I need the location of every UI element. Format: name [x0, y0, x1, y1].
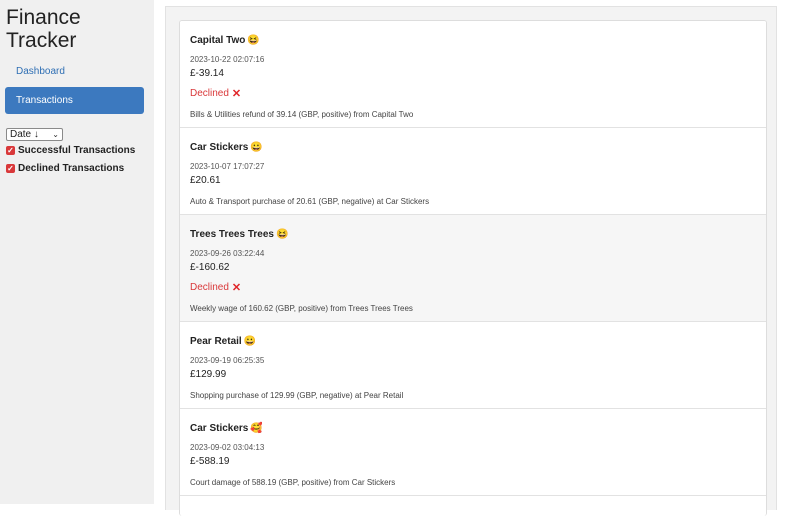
transaction-card-partial[interactable] [180, 496, 766, 516]
sort-select[interactable]: Date ↓ ⌄ [6, 128, 63, 141]
sidebar: Finance Tracker Dashboard Transactions D… [0, 0, 154, 504]
transaction-name: Car Stickers 🥰 [190, 423, 263, 434]
cross-icon: ✕ [231, 282, 242, 294]
transaction-datetime: 2023-09-19 06:25:35 [190, 356, 265, 365]
transaction-card[interactable]: Pear Retail 😀 2023-09-19 06:25:35 £129.99… [180, 322, 766, 409]
transaction-description: Shopping purchase of 129.99 (GBP, negati… [190, 391, 404, 400]
transaction-description: Court damage of 588.19 (GBP, positive) f… [190, 478, 396, 487]
declined-status: Declined ✕ [190, 87, 241, 100]
transaction-amount: £-160.62 [190, 262, 230, 273]
nav-dashboard-link[interactable]: Dashboard [5, 60, 144, 84]
transaction-name: Trees Trees Trees 😆 [190, 229, 288, 240]
merchant-name: Capital Two [190, 35, 246, 46]
transaction-description: Auto & Transport purchase of 20.61 (GBP,… [190, 197, 430, 206]
transaction-description: Bills & Utilities refund of 39.14 (GBP, … [190, 110, 414, 119]
sort-select-value: Date ↓ [10, 129, 39, 140]
transaction-datetime: 2023-10-22 02:07:16 [190, 55, 265, 64]
cross-icon: ✕ [231, 88, 242, 100]
transaction-amount: £-39.14 [190, 68, 224, 79]
transaction-name: Pear Retail 😀 [190, 336, 256, 347]
smiling-hearts-emoji-icon: 🥰 [250, 423, 263, 434]
merchant-name: Car Stickers [190, 142, 249, 153]
filter-declined-label: Declined Transactions [18, 162, 125, 174]
transaction-name: Capital Two 😆 [190, 35, 260, 46]
declined-checkbox[interactable]: ✓ [6, 163, 15, 173]
merchant-name: Car Stickers [190, 423, 249, 434]
transaction-card[interactable]: Trees Trees Trees 😆 2023-09-26 03:22:44 £… [180, 215, 766, 322]
transaction-datetime: 2023-09-26 03:22:44 [190, 249, 265, 258]
merchant-name: Pear Retail [190, 336, 242, 347]
app-title-line-2: Tracker [6, 29, 77, 52]
transaction-list: Capital Two 😆 2023-10-22 02:07:16 £-39.14… [179, 20, 767, 516]
transaction-amount: £20.61 [190, 175, 221, 186]
successful-checkbox[interactable]: ✓ [6, 145, 15, 155]
transaction-card[interactable]: Car Stickers 😀 2023-10-07 17:07:27 £20.61… [180, 128, 766, 215]
transaction-card[interactable]: Capital Two 😆 2023-10-22 02:07:16 £-39.14… [180, 21, 766, 128]
grinning-emoji-icon: 😀 [243, 336, 257, 347]
declined-status: Declined ✕ [190, 281, 241, 294]
app-title-line-1: Finance [6, 6, 81, 29]
declined-label: Declined [190, 282, 229, 293]
main-panel: Capital Two 😆 2023-10-22 02:07:16 £-39.14… [165, 6, 777, 516]
laughing-emoji-icon: 😆 [275, 229, 289, 240]
transaction-amount: £-588.19 [190, 456, 230, 467]
filter-successful-label: Successful Transactions [18, 144, 136, 156]
declined-label: Declined [190, 88, 229, 99]
transaction-amount: £129.99 [190, 369, 227, 380]
transaction-datetime: 2023-09-02 03:04:13 [190, 443, 265, 452]
merchant-name: Trees Trees Trees [190, 229, 274, 240]
transaction-card[interactable]: Car Stickers 🥰 2023-09-02 03:04:13 £-588.… [180, 409, 766, 496]
filter-successful[interactable]: ✓ Successful Transactions [6, 143, 135, 157]
transaction-description: Weekly wage of 160.62 (GBP, positive) fr… [190, 304, 413, 313]
filter-declined[interactable]: ✓ Declined Transactions [6, 161, 124, 175]
laughing-emoji-icon: 😆 [247, 35, 260, 46]
nav-transactions-link[interactable]: Transactions [5, 87, 144, 114]
transaction-datetime: 2023-10-07 17:07:27 [190, 162, 265, 171]
app-title: Finance Tracker [6, 6, 81, 52]
transaction-name: Car Stickers 😀 [190, 142, 263, 153]
grinning-emoji-icon: 😀 [250, 142, 263, 153]
chevron-down-icon: ⌄ [52, 130, 59, 139]
